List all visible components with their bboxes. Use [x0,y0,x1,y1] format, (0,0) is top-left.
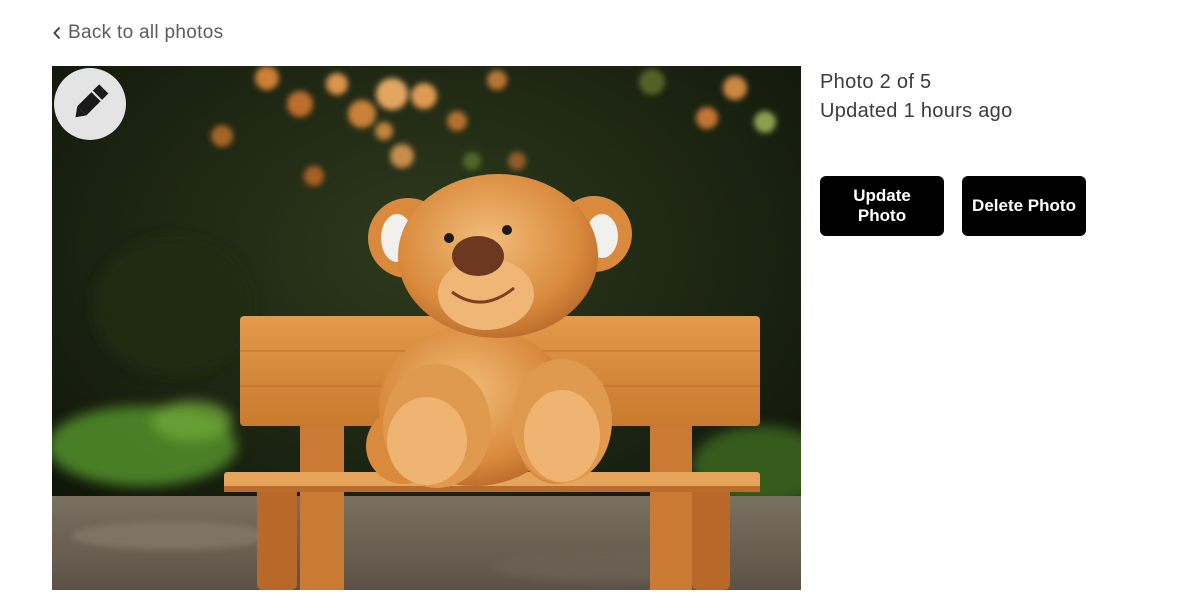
back-link-label: Back to all photos [68,22,224,43]
photo-actions: Update Photo Delete Photo [820,176,1086,236]
photo-position: Photo 2 of 5 [820,71,932,93]
photo-viewer [52,66,801,590]
delete-photo-label: Delete Photo [972,196,1076,215]
update-photo-label: Update Photo [853,186,911,225]
chevron-left-icon [52,26,62,40]
pencil-icon [67,79,113,130]
delete-photo-button[interactable]: Delete Photo [962,176,1086,236]
back-to-all-photos-link[interactable]: Back to all photos [52,20,223,46]
photo-updated-time: Updated 1 hours ago [820,100,1013,122]
teddy-bear-photo [52,66,801,590]
update-photo-button[interactable]: Update Photo [820,176,944,236]
edit-photo-button[interactable] [54,68,126,140]
photo-info: Photo 2 of 5 Updated 1 hours ago [820,68,1013,126]
